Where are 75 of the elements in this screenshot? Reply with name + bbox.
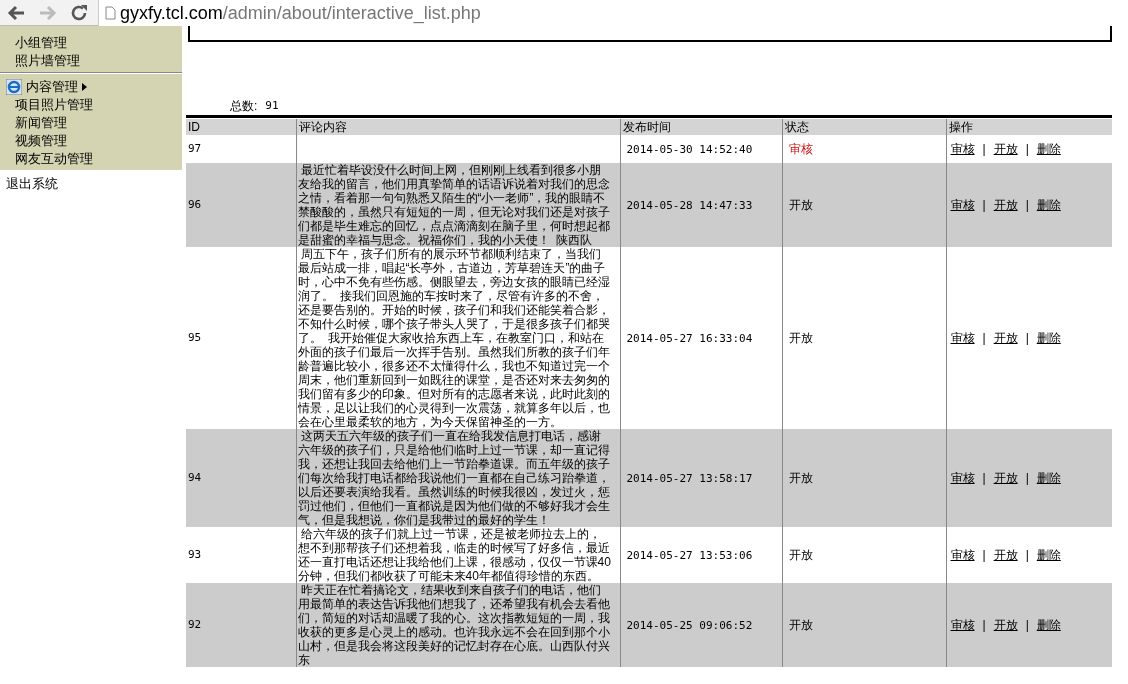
table-cell: 昨天正在忙着搞论文，结果收到来自孩子们的电话，他们用最简单的表达告诉我他们想我了，还希望我有机会去看他们，简短的对话却温暖了我的心。这次指教短短的一周，我收获的更多是心灵上的感动。也许我永远不会在回到那个小山村，但是我会将这段美好的记忆封存在心底。山西队付兴东: [296, 583, 620, 667]
table-cell: 给六年级的孩子们就上过一节课，还是被老师拉去上的，想不到那帮孩子们还想着我，临走的时候写了好多信，最近还一直打电话还想让我给他们上课，很感动，仅仅一节课40分钟，但我们都收获了可能未来40年都值得珍惜的东西。: [296, 527, 620, 583]
url-text: gyxfy.tcl.com/admin/about/interactive_list.php: [120, 1, 481, 24]
browser-globe-icon: [6, 79, 22, 95]
address-bar[interactable]: gyxfy.tcl.com/admin/about/interactive_list.php: [98, 0, 1128, 26]
table-cell: 这两天五六年级的孩子们一直在给我发信息打电话，感谢六年级的孩子们，只是给他们临时上过一节课，却一直记得我，还想让我回去给他们上一节跆拳道课。而五年级的孩子们每次给我打电话都给我说他们一直都在自己练习跆拳道，以后还要表演给我看。虽然训练的时候我很凶，发过火，惩罚过他们，但他们一直都说是因为他们做的不够好我才会生气，但是我想说，你们是我带过的最好的学生！: [296, 429, 620, 527]
table-cell: 93: [186, 527, 296, 583]
sidebar-item[interactable]: 小组管理: [15, 34, 182, 52]
table-cell: 97: [186, 135, 296, 163]
action-link[interactable]: 开放: [993, 546, 1018, 564]
action-link[interactable]: 删除: [1036, 329, 1061, 347]
separator-text: |: [982, 141, 986, 158]
separator-text: |: [1025, 470, 1029, 487]
table-cell: 95: [186, 247, 296, 429]
time-text: 2014-05-30 14:52:40: [626, 142, 753, 156]
column-header: ID: [186, 119, 296, 135]
logout-link[interactable]: 退出系统: [0, 171, 182, 193]
time-text: 2014-05-27 13:53:06: [626, 548, 753, 562]
separator-text: |: [1025, 141, 1029, 158]
action-link[interactable]: 审核: [950, 196, 975, 214]
separator-text: |: [982, 470, 986, 487]
status-text: 开放: [788, 548, 813, 562]
status-text: 开放: [788, 618, 813, 632]
time-text: 2014-05-27 16:33:04: [626, 331, 753, 345]
table-cell: 周五下午，孩子们所有的展示环节都顺利结束了，当我们最后站成一排，唱起“长亭外，古道边，芳草碧连天”的曲子时，心中不免有些伤感。侧眼望去，旁边女孩的眼睛已经湿润了。 接我们回恩施的车按时来了，尽管有许多的不舍，还是要告别的。开始的时候，孩子们和我们还能笑着合影，不知什么时候，哪个孩子带头人哭了，于是很多孩子们都哭了。 我开始催促大家收拾东西上车，在教室门口，和站在外面的孩子们最后一次挥手告别。虽然我们所教的孩子们年龄普遍比较小，很多还不太懂得什么，我也不知道过完一个周末，他们重新回到一如既往的课堂，是否还对来去匆匆的我们留有多少的印象。但对所有的志愿者来说，此时此刻的情景，足以让我们的心灵得到一次震荡，就算多年以后，也会在心里最柔软的地方，为今天保留神圣的一方。: [296, 247, 620, 429]
sidebar-item[interactable]: 视频管理: [15, 132, 182, 150]
back-icon[interactable]: [6, 3, 26, 22]
page-icon: [105, 5, 116, 20]
action-link[interactable]: 删除: [1036, 196, 1061, 214]
action-link[interactable]: 开放: [993, 329, 1018, 347]
action-link[interactable]: 删除: [1036, 546, 1061, 564]
column-header: 发布时间: [620, 119, 782, 135]
total-count-value: 91: [265, 98, 279, 114]
separator-text: |: [982, 330, 986, 347]
reload-icon[interactable]: [70, 3, 88, 22]
separator-text: |: [1025, 330, 1029, 347]
status-text: 开放: [788, 471, 813, 485]
column-header: 评论内容: [296, 119, 620, 135]
separator-text: |: [1025, 617, 1029, 634]
status-text: 审核: [788, 142, 813, 156]
status-text: 开放: [788, 198, 813, 212]
time-text: 2014-05-28 14:47:33: [626, 198, 753, 212]
sidebar-item[interactable]: 项目照片管理: [15, 96, 182, 114]
action-link[interactable]: 开放: [993, 469, 1018, 487]
time-text: 2014-05-27 13:58:17: [626, 471, 753, 485]
time-text: 2014-05-25 09:06:52: [626, 618, 753, 632]
separator-text: |: [1025, 197, 1029, 214]
action-link[interactable]: 删除: [1036, 616, 1061, 634]
sidebar-item[interactable]: 网友互动管理: [15, 150, 182, 168]
action-link[interactable]: 删除: [1036, 140, 1061, 158]
separator-text: |: [982, 547, 986, 564]
table-cell: 92: [186, 583, 296, 667]
expand-arrow-icon: [82, 83, 87, 91]
status-text: 开放: [788, 331, 813, 345]
action-link[interactable]: 开放: [993, 140, 1018, 158]
action-link[interactable]: 审核: [950, 469, 975, 487]
column-header: 操作: [946, 119, 1112, 135]
sidebar-item[interactable]: 新闻管理: [15, 114, 182, 132]
action-link[interactable]: 开放: [993, 616, 1018, 634]
table-cell: 96: [186, 163, 296, 247]
table-cell: 最近忙着毕设没什么时间上网，但刚刚上线看到很多小朋友给我的留言，他们用真挚简单的话语诉说着对我们的思念之情，看着那一句句熟悉又陌生的“小一老师”，我的眼睛不禁酸酸的，虽然只有短短的一周，但无论对我们还是对孩子们都是毕生难忘的回忆，点点滴滴刻在脑子里，何时想起都是甜蜜的幸福与思念。祝福你们，我的小天使！ 陕西队: [296, 163, 620, 247]
separator-text: |: [982, 617, 986, 634]
separator-text: |: [982, 197, 986, 214]
table-cell: 94: [186, 429, 296, 527]
action-link[interactable]: 审核: [950, 546, 975, 564]
sidebar-item[interactable]: 照片墙管理: [15, 52, 182, 70]
action-link[interactable]: 审核: [950, 140, 975, 158]
separator-text: |: [1025, 547, 1029, 564]
column-header: 状态: [782, 119, 946, 135]
action-link[interactable]: 审核: [950, 616, 975, 634]
sidebar-section-title[interactable]: 内容管理: [26, 78, 78, 96]
action-link[interactable]: 审核: [950, 329, 975, 347]
total-count-label: 总数:: [230, 98, 258, 114]
action-link[interactable]: 删除: [1036, 469, 1061, 487]
action-link[interactable]: 开放: [993, 196, 1018, 214]
